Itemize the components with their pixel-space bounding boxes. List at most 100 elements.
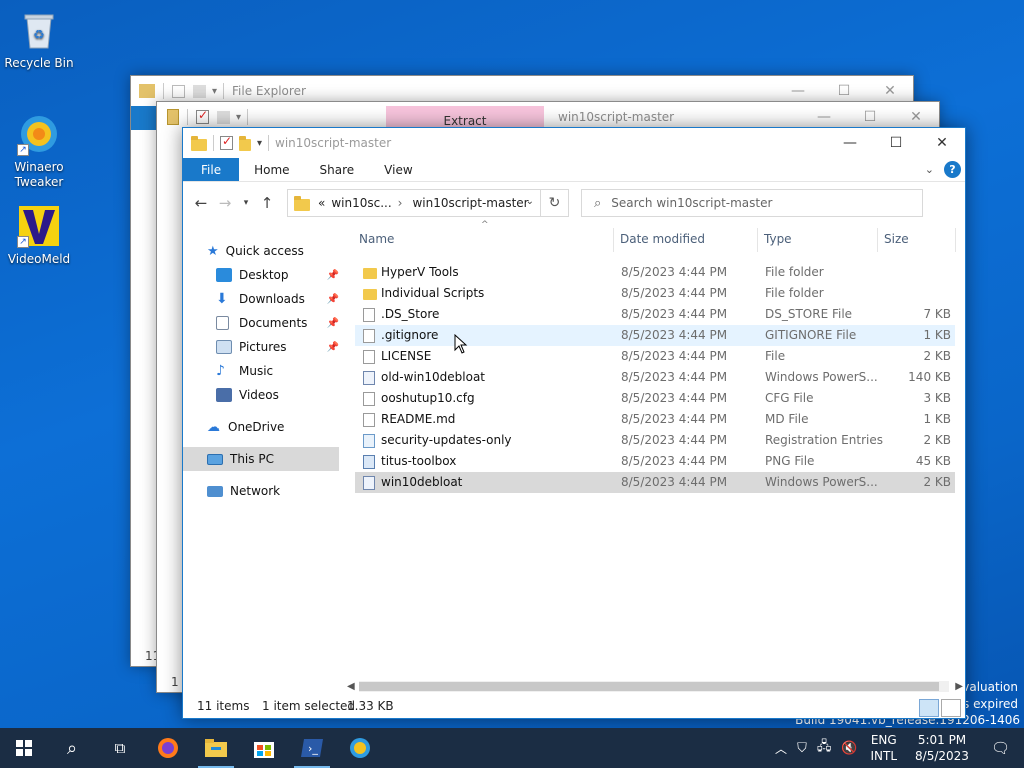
search-button[interactable]: ⌕ — [48, 728, 96, 768]
clock[interactable]: 5:01 PM 8/5/2023 — [915, 732, 969, 764]
clock-date: 8/5/2023 — [915, 749, 969, 763]
chevron-down-icon[interactable]: ▾ — [257, 138, 262, 149]
download-arrow-icon: ⬇ — [216, 291, 228, 307]
scroll-left-icon[interactable]: ◀ — [347, 678, 355, 695]
tab-share[interactable]: Share — [305, 158, 370, 181]
show-hidden-icons-chevron-icon[interactable]: ︿ — [775, 740, 787, 757]
title-bar[interactable]: ▾ win10script-master — ☐ ✕ — [183, 128, 965, 158]
table-row[interactable]: Individual Scripts 8/5/2023 4:44 PM File f… — [355, 283, 955, 304]
forward-arrow-icon[interactable]: → — [213, 194, 237, 212]
desktop-icon-videomeld[interactable]: ↗ VideoMeld — [0, 204, 78, 267]
breadcrumb-item[interactable]: win10sc... — [331, 196, 391, 210]
column-divider[interactable] — [877, 228, 878, 252]
sidebar-item-videos[interactable]: Videos — [183, 383, 343, 407]
breadcrumb-overflow[interactable]: « — [318, 196, 325, 210]
taskbar-store[interactable] — [240, 728, 288, 768]
large-icons-view-icon[interactable] — [941, 699, 961, 717]
network-icon[interactable]: 🖧 — [817, 737, 832, 759]
column-header-date[interactable]: Date modified — [620, 232, 705, 246]
close-button[interactable]: ✕ — [919, 128, 965, 158]
help-icon[interactable]: ? — [944, 161, 961, 178]
back-arrow-icon[interactable]: ← — [189, 194, 213, 212]
sidebar-item-label: Quick access — [225, 244, 304, 258]
pin-icon[interactable]: 📌 — [327, 270, 339, 281]
file-explorer-window[interactable]: ▾ win10script-master — ☐ ✕ File Home Sha… — [182, 127, 966, 719]
table-row[interactable]: HyperV Tools 8/5/2023 4:44 PM File folder — [355, 262, 955, 283]
pin-icon[interactable]: 📌 — [327, 294, 339, 305]
sidebar-item-network[interactable]: Network — [183, 479, 343, 503]
horizontal-scrollbar[interactable]: ◀ ▶ — [343, 678, 965, 695]
sidebar-item-desktop[interactable]: Desktop 📌 — [183, 263, 343, 287]
column-header-type[interactable]: Type — [764, 232, 792, 246]
table-row[interactable]: titus-toolbox 8/5/2023 4:44 PM PNG File 45 … — [355, 451, 955, 472]
windows-security-alert-icon[interactable]: ⛉ — [797, 741, 807, 756]
tab-view[interactable]: View — [369, 158, 427, 181]
notification-center-icon[interactable]: 🗨 — [991, 739, 1010, 757]
column-divider[interactable] — [613, 228, 614, 252]
divider — [187, 109, 188, 125]
tab-home[interactable]: Home — [239, 158, 304, 181]
start-button[interactable] — [0, 728, 48, 768]
taskbar-firefox[interactable] — [144, 728, 192, 768]
properties-icon[interactable] — [220, 134, 233, 150]
task-view-button[interactable]: ⧉ — [96, 728, 144, 768]
file-list: ^ Name Date modified Type Size HyperV To… — [355, 220, 956, 493]
sidebar-item-music[interactable]: ♪ Music — [183, 359, 343, 383]
status-item-count: 11 items — [197, 699, 250, 713]
up-arrow-icon[interactable]: ↑ — [255, 194, 279, 212]
folder-icon — [294, 195, 310, 211]
cloud-icon: ☁ — [207, 419, 220, 435]
file-date: 8/5/2023 4:44 PM — [621, 328, 728, 342]
column-divider[interactable] — [757, 228, 758, 252]
desktop-icon-recycle-bin[interactable]: ♻ Recycle Bin — [0, 8, 78, 71]
status-selection: 1 item selected — [262, 699, 356, 713]
table-row[interactable]: ooshutup10.cfg 8/5/2023 4:44 PM CFG File 3 … — [355, 388, 955, 409]
breadcrumb-separator-icon[interactable]: › — [398, 196, 403, 210]
taskbar-winaero-tweaker[interactable] — [336, 728, 384, 768]
scroll-thumb[interactable] — [359, 682, 939, 691]
table-row[interactable]: old-win10debloat 8/5/2023 4:44 PM Windows … — [355, 367, 955, 388]
refresh-icon[interactable]: ↻ — [540, 190, 568, 216]
sidebar-item-documents[interactable]: Documents 📌 — [183, 311, 343, 335]
minimize-button[interactable]: — — [827, 128, 873, 158]
sidebar-item-this-pc[interactable]: This PC — [183, 447, 339, 471]
table-row[interactable]: security-updates-only 8/5/2023 4:44 PM Reg… — [355, 430, 955, 451]
search-input[interactable]: ⌕ Search win10script-master — [581, 189, 923, 217]
search-icon: ⌕ — [594, 195, 602, 211]
address-bar[interactable]: « win10sc... › win10script-master ⌄ ↻ — [287, 189, 569, 217]
table-row[interactable]: .DS_Store 8/5/2023 4:44 PM DS_STORE File 7 … — [355, 304, 955, 325]
file-name: .DS_Store — [381, 307, 440, 321]
column-divider[interactable] — [955, 228, 956, 252]
table-row[interactable]: LICENSE 8/5/2023 4:44 PM File 2 KB — [355, 346, 955, 367]
picture-icon — [216, 340, 232, 354]
column-header-size[interactable]: Size — [884, 232, 909, 246]
table-row[interactable]: win10debloat 8/5/2023 4:44 PM Windows Powe… — [355, 472, 955, 493]
maximize-button[interactable]: ☐ — [873, 128, 919, 158]
volume-muted-icon[interactable]: 🔇 — [841, 741, 857, 756]
sidebar-item-downloads[interactable]: ⬇ Downloads 📌 — [183, 287, 343, 311]
column-header-name[interactable]: Name — [359, 232, 394, 246]
pin-icon[interactable]: 📌 — [327, 318, 339, 329]
file-explorer-icon — [205, 739, 227, 757]
desktop-icon-winaero-tweaker[interactable]: ↗ Winaero Tweaker — [0, 112, 78, 190]
sidebar-item-onedrive[interactable]: ☁ OneDrive — [183, 415, 343, 439]
sidebar-item-quick-access[interactable]: ★ Quick access — [183, 239, 343, 263]
mouse-cursor-icon — [454, 334, 468, 354]
expand-ribbon-icon[interactable]: ⌄ — [925, 163, 934, 176]
scroll-right-icon[interactable]: ▶ — [955, 678, 963, 695]
breadcrumb-item[interactable]: win10script-master — [412, 196, 528, 210]
table-row[interactable]: .gitignore 8/5/2023 4:44 PM GITIGNORE File… — [355, 325, 955, 346]
file-icon — [363, 392, 375, 406]
new-folder-icon[interactable] — [239, 135, 251, 151]
tab-file[interactable]: File — [183, 158, 240, 181]
details-view-icon[interactable] — [919, 699, 939, 717]
taskbar-file-explorer[interactable] — [192, 728, 240, 768]
sidebar-item-pictures[interactable]: Pictures 📌 — [183, 335, 343, 359]
address-dropdown-icon[interactable]: ⌄ — [526, 196, 534, 207]
recent-locations-chevron-icon[interactable]: ▾ — [237, 198, 255, 208]
properties-icon — [196, 108, 209, 124]
taskbar-powershell[interactable]: ›_ — [288, 728, 336, 768]
table-row[interactable]: README.md 8/5/2023 4:44 PM MD File 1 KB — [355, 409, 955, 430]
input-language-indicator[interactable]: ENG INTL — [871, 732, 898, 764]
pin-icon[interactable]: 📌 — [327, 342, 339, 353]
